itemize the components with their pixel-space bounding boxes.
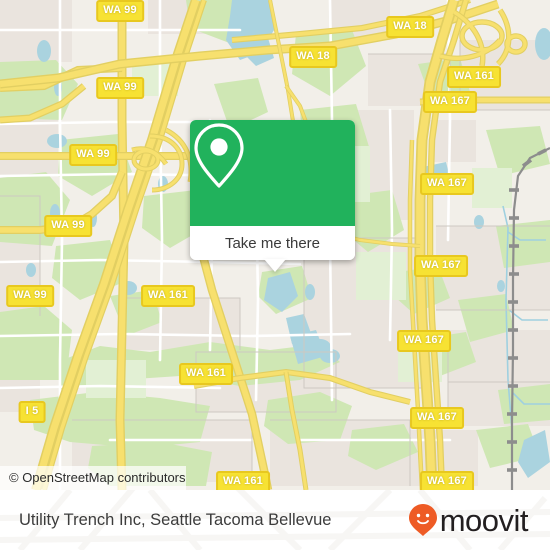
moovit-logo[interactable]: moovit [408,502,529,538]
road-shield: WA 18 [289,46,337,68]
callout-pin-panel [190,120,355,226]
osm-attribution-text[interactable]: © OpenStreetMap contributors [0,466,186,490]
place-callout[interactable]: Take me there [190,120,355,272]
road-shield: WA 99 [96,0,144,22]
road-shield: WA 167 [420,173,474,195]
map-canvas[interactable]: WA 99 WA 18 WA 18 WA 99 WA 167 WA 99 WA 167 WA … [0,0,550,490]
road-shield: I 5 [18,401,46,423]
road-shield: WA 161 [447,66,501,88]
road-shield: WA 99 [69,144,117,166]
road-shield: WA 167 [414,255,468,277]
map-attribution: © OpenStreetMap contributors [0,466,550,490]
map-page: WA 99 WA 18 WA 18 WA 99 WA 167 WA 99 WA 167 WA … [0,0,550,550]
road-shield: WA 167 [397,330,451,352]
road-shield: WA 99 [6,285,54,307]
road-shield: WA 161 [141,285,195,307]
road-shield: WA 18 [386,16,434,38]
callout-tail [264,259,286,272]
road-shield: WA 167 [423,91,477,113]
road-shield: WA 99 [44,215,92,237]
moovit-pin-icon [408,504,437,536]
take-me-there-button[interactable]: Take me there [190,226,355,260]
road-shield: WA 99 [96,77,144,99]
road-shield: WA 167 [410,407,464,429]
location-pin-icon [194,123,244,188]
page-footer: Utility Trench Inc, Seattle Tacoma Belle… [0,490,550,550]
moovit-wordmark: moovit [439,502,529,538]
place-title: Utility Trench Inc, Seattle Tacoma Belle… [19,510,332,529]
road-shield: WA 161 [179,363,233,385]
